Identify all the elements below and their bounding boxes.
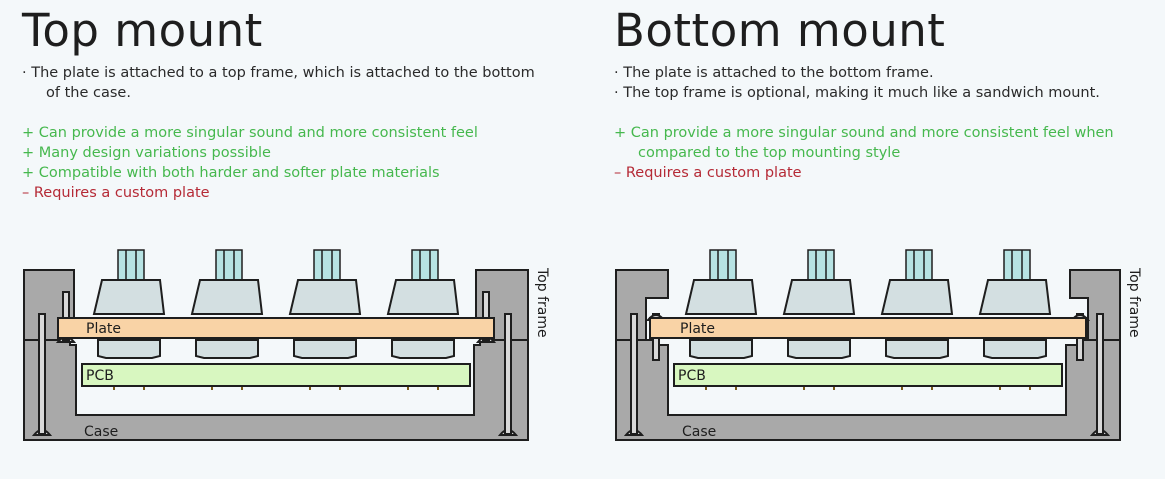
switch-bottom-housing [787, 339, 851, 359]
switch-top-housing [782, 279, 856, 315]
switch-bottom-housing [983, 339, 1047, 359]
bottom-mount-description: · The plate is attached to the bottom fr… [614, 63, 1165, 183]
switch-bottom-housing [293, 339, 357, 359]
switch-bottom-housing [195, 339, 259, 359]
con-line: – Requires a custom plate [614, 165, 802, 181]
top-mount-description: · The plate is attached to a top frame, … [22, 63, 582, 203]
top-mount-title: Top mount [22, 4, 263, 57]
pcb [81, 363, 471, 387]
plate-label: Plate [680, 321, 715, 337]
pcb [673, 363, 1063, 387]
switch-top-housing [190, 279, 264, 315]
top-mount-diagram: Plate PCB Case Top frame [23, 249, 550, 441]
bottom-mount-panel: Bottom mount · The plate is attached to … [592, 0, 1165, 479]
top-frame-label: Top frame [534, 267, 550, 338]
switch-stem [313, 249, 341, 281]
note-line: of the case. [46, 85, 131, 101]
note-line: · The top frame is optional, making it m… [614, 85, 1100, 101]
top-frame-label: Top frame [1126, 267, 1142, 338]
switch-stem [117, 249, 145, 281]
plate [649, 317, 1087, 339]
con-line: – Requires a custom plate [22, 185, 210, 201]
switch-stem [905, 249, 933, 281]
switch-top-housing [92, 279, 166, 315]
switch-top-housing [386, 279, 460, 315]
switch-top-housing [684, 279, 758, 315]
switch-top-housing [880, 279, 954, 315]
switch-bottom-housing [391, 339, 455, 359]
pro-line: + Compatible with both harder and softer… [22, 165, 440, 181]
plate [57, 317, 495, 339]
note-line: · The plate is attached to a top frame, … [22, 65, 535, 81]
switch-top-housing [288, 279, 362, 315]
plate-label: Plate [86, 321, 121, 337]
pro-line: + Can provide a more singular sound and … [614, 125, 1114, 141]
switch-bottom-housing [97, 339, 161, 359]
top-mount-panel: Top mount · The plate is attached to a t… [0, 0, 580, 479]
bottom-mount-diagram: Plate PCB Case Top frame [615, 249, 1142, 441]
switch-stem [215, 249, 243, 281]
bottom-mount-title: Bottom mount [614, 4, 946, 57]
switch-stem [411, 249, 439, 281]
switch-stem [1003, 249, 1031, 281]
switch-stem [709, 249, 737, 281]
switch-bottom-housing [885, 339, 949, 359]
switch-bottom-housing [689, 339, 753, 359]
pcb-label: PCB [86, 368, 114, 384]
note-line: · The plate is attached to the bottom fr… [614, 65, 934, 81]
switch-stem [807, 249, 835, 281]
case-label: Case [84, 424, 118, 440]
pro-line: + Can provide a more singular sound and … [22, 125, 478, 141]
pcb-label: PCB [678, 368, 706, 384]
pro-line: compared to the top mounting style [638, 145, 901, 161]
case-label: Case [682, 424, 716, 440]
pro-line: + Many design variations possible [22, 145, 271, 161]
switch-top-housing [978, 279, 1052, 315]
